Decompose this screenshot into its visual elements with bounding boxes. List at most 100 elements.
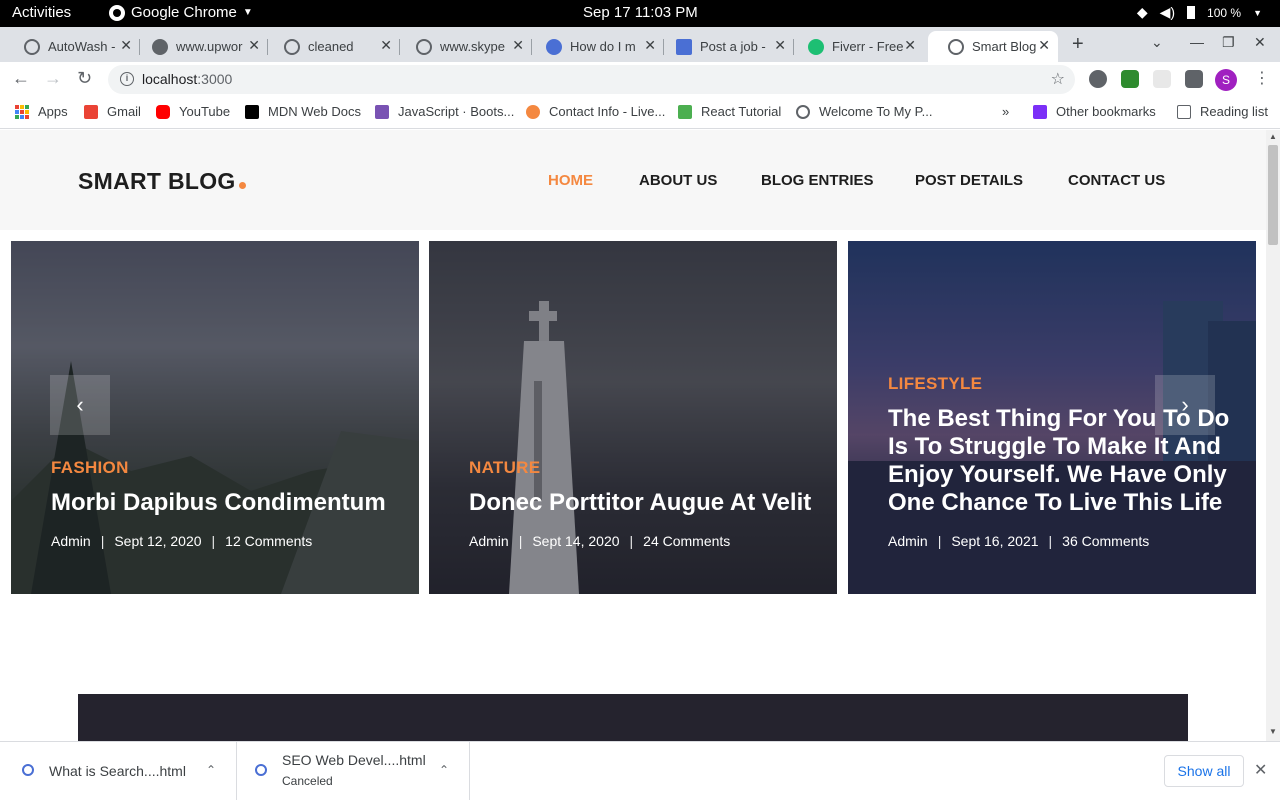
nav-contact-us[interactable]: CONTACT US [1068,172,1165,189]
show-all-button[interactable]: Show all [1164,755,1244,787]
carousel-next-button[interactable]: › [1155,375,1215,435]
close-icon[interactable]: ✕ [1254,760,1267,780]
html-extension-icon[interactable] [1121,70,1139,88]
post-title[interactable]: Donec Porttitor Augue At Velit [469,489,831,517]
youtube-icon [156,104,170,119]
close-icon[interactable]: ✕ [904,37,916,54]
close-icon[interactable]: ✕ [120,37,132,54]
chevron-up-icon[interactable]: ⌃ [206,763,216,777]
favicon-globe-icon [24,38,40,55]
bookmark-youtube[interactable]: YouTube [156,104,230,119]
close-window-icon[interactable]: ✕ [1254,34,1266,51]
download-filename: SEO Web Devel....html [282,752,426,768]
tab[interactable]: www.upwor ✕ [132,31,268,62]
post-category[interactable]: FASHION [51,458,129,478]
post-category[interactable]: NATURE [469,458,540,478]
url-text[interactable]: localhost:3000 [142,71,232,87]
tab-search-icon[interactable]: ⌄ [1151,34,1163,51]
featured-post-card[interactable]: NATURE Donec Porttitor Augue At Velit Ad… [429,241,837,594]
chevron-up-icon[interactable]: ⌃ [439,763,449,777]
bookmark-star-icon[interactable]: ☆ [1051,69,1065,89]
app-menu[interactable]: Google Chrome ▼ [109,4,253,21]
menu-kebab-icon[interactable]: ⋮ [1254,68,1270,88]
bookmark-react-tutorial[interactable]: React Tutorial [678,104,781,119]
grid-extension-icon[interactable] [1153,70,1171,88]
bookmarks-overflow-icon[interactable]: » [1002,104,1009,119]
tab[interactable]: Post a job - ✕ [656,31,794,62]
tab-strip: AutoWash - ✕ www.upwor ✕ cleaned ✕ www.s… [0,27,1280,62]
post-date[interactable]: Sept 12, 2020 [114,533,201,549]
extensions-puzzle-icon[interactable] [1185,70,1203,88]
forward-arrow-icon[interactable]: → [44,68,62,89]
bookmarks-bar: Apps Gmail YouTube MDN Web Docs JavaScri… [0,96,1280,129]
bookmark-mdn[interactable]: MDN Web Docs [245,104,361,119]
scroll-down-icon[interactable]: ▼ [1269,727,1277,736]
close-icon[interactable]: ✕ [644,37,656,54]
bookmark-bootstrap[interactable]: JavaScript · Boots... [375,104,514,119]
bug-extension-icon[interactable] [1089,70,1107,88]
site-logo[interactable]: SMART BLOG [78,168,246,195]
tab[interactable]: cleaned ✕ [264,31,400,62]
post-date[interactable]: Sept 14, 2020 [532,533,619,549]
scroll-up-icon[interactable]: ▲ [1269,132,1277,141]
page-scrollbar[interactable]: ▲ ▼ [1266,130,1280,741]
post-author[interactable]: Admin [51,533,91,549]
nav-home[interactable]: HOME [548,172,593,189]
post-comments[interactable]: 24 Comments [643,533,730,549]
reload-icon[interactable]: ↻ [77,68,92,89]
post-category[interactable]: LIFESTYLE [888,374,982,394]
bookmark-reading-list[interactable]: Reading list [1177,104,1268,119]
upwork-icon [152,38,168,55]
apps-grid-icon [15,104,29,119]
restore-icon[interactable]: ❐ [1222,34,1235,51]
scrollbar-thumb[interactable] [1268,145,1278,245]
close-icon[interactable]: ✕ [380,37,392,54]
nav-blog-entries[interactable]: BLOG ENTRIES [761,172,874,189]
mdn-icon [245,104,259,119]
fiverr-icon [808,38,824,55]
post-comments[interactable]: 36 Comments [1062,533,1149,549]
download-file-icon [255,764,267,776]
post-meta: Admin | Sept 12, 2020 | 12 Comments [51,533,313,549]
post-date[interactable]: Sept 16, 2021 [951,533,1038,549]
nav-about-us[interactable]: ABOUT US [639,172,717,189]
download-item[interactable]: SEO Web Devel....html Canceled ⌃ [237,742,470,800]
favicon-globe-icon [948,38,964,55]
volume-icon: ◀) [1159,4,1176,20]
back-arrow-icon[interactable]: ← [12,68,30,89]
tab[interactable]: How do I m ✕ [526,31,664,62]
close-icon[interactable]: ✕ [512,37,524,54]
minimize-icon[interactable]: — [1190,34,1204,50]
bookmark-welcome[interactable]: Welcome To My P... [796,104,932,119]
tab-active[interactable]: Smart Blog ✕ [928,31,1058,62]
bookmark-apps[interactable]: Apps [15,104,68,119]
logo-dot [238,182,246,189]
tab[interactable]: AutoWash - ✕ [4,31,140,62]
new-tab-button[interactable]: + [1072,33,1084,56]
post-title[interactable]: Morbi Dapibus Condimentum [51,489,413,517]
clock[interactable]: Sep 17 11:03 PM [583,4,698,21]
bookmark-gmail[interactable]: Gmail [84,104,141,119]
download-item[interactable]: What is Search....html ⌃ [0,742,237,800]
info-icon[interactable]: i [120,72,134,86]
profile-avatar[interactable]: S [1215,69,1237,91]
download-file-icon [22,764,34,776]
post-author[interactable]: Admin [888,533,928,549]
close-icon[interactable]: ✕ [774,37,786,54]
post-meta: Admin | Sept 16, 2021 | 36 Comments [888,533,1150,549]
carousel-prev-button[interactable]: ‹ [50,375,110,435]
post-author[interactable]: Admin [469,533,509,549]
bookmark-contact-info[interactable]: Contact Info - Live... [526,104,665,119]
nav-post-details[interactable]: POST DETAILS [915,172,1023,189]
tab[interactable]: Fiverr - Free ✕ [788,31,924,62]
close-icon[interactable]: ✕ [248,37,260,54]
system-status-area[interactable]: ◆ ◀) 100 % ▼ [1137,4,1262,21]
stackshare-icon [546,38,562,55]
bookmark-other[interactable]: Other bookmarks [1033,104,1156,119]
post-comments[interactable]: 12 Comments [225,533,312,549]
activities-button[interactable]: Activities [12,4,71,21]
tab[interactable]: www.skype ✕ [396,31,532,62]
address-bar[interactable]: i localhost:3000 ☆ [108,65,1075,94]
call-to-action-banner [78,694,1188,741]
close-icon[interactable]: ✕ [1038,37,1050,54]
